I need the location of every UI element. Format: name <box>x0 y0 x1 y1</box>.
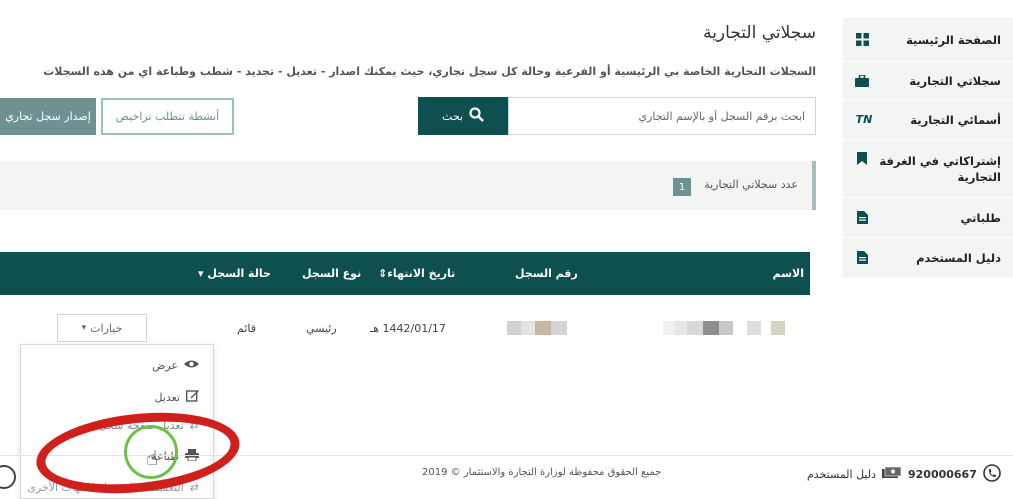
sidebar-item-label: دليل المستخدم <box>916 250 1001 265</box>
options-button-label: خيارات <box>90 321 123 335</box>
briefcase-icon <box>855 74 869 87</box>
blurred-name <box>663 321 785 335</box>
search-button-label: بحث <box>442 109 463 123</box>
records-count-label: عدد سجلاتي التجارية <box>704 178 798 191</box>
menu-item-label: التعميمات المرسلة للجهات الأخرى <box>27 481 184 494</box>
document-icon <box>855 211 869 224</box>
user-guide-link[interactable]: دليل المستخدم <box>807 468 876 481</box>
caret-down-icon: ▾ <box>81 323 87 333</box>
column-header-number[interactable]: رقم السجل <box>515 267 578 280</box>
money-icon <box>881 466 902 483</box>
records-count-panel: عدد سجلاتي التجارية 1 <box>0 161 816 210</box>
column-header-expiry-label: تاريخ الانتهاء <box>387 267 456 280</box>
column-header-name[interactable]: الاسم <box>773 267 804 280</box>
sidebar-item-label: سجلاتي التجارية <box>909 73 1001 88</box>
copyright-text: جميع الحقوق محفوظة لوزارة التجارة والاست… <box>422 467 662 478</box>
expiry-date: 1442/01/17 هـ <box>370 322 446 335</box>
menu-item-label: تعديل صفحة سجل <box>98 419 184 432</box>
options-button[interactable]: خيارات ▾ <box>57 314 147 342</box>
search-button[interactable]: بحث <box>418 97 508 135</box>
sidebar: الصفحة الرئيسية سجلاتي التجارية أسمائي ا… <box>843 18 1013 278</box>
sidebar-item-requests[interactable]: طلباتي <box>843 198 1013 238</box>
sort-icon: ⇕ <box>378 267 388 280</box>
print-icon <box>185 449 199 464</box>
blurred-record-number <box>507 321 569 335</box>
tn-icon: TN <box>855 113 873 126</box>
eye-icon <box>184 359 199 372</box>
phone-number[interactable]: 920000667 <box>908 468 977 481</box>
arrows-icon: ⇄ <box>189 419 199 432</box>
records-count-badge: 1 <box>673 178 691 196</box>
menu-item-circulars[interactable]: ⇄ التعميمات المرسلة للجهات الأخرى <box>27 481 199 494</box>
page-title: سجلاتي التجارية <box>703 23 816 43</box>
sidebar-item-records[interactable]: سجلاتي التجارية <box>843 62 1013 100</box>
document-icon <box>855 251 869 264</box>
menu-item-view[interactable]: عرض <box>152 359 199 372</box>
menu-item-label: تعديل <box>154 390 180 404</box>
sidebar-item-label: طلباتي <box>960 210 1002 225</box>
sidebar-item-chamber-subscriptions[interactable]: إشتراكاتي في الغرفة التجارية <box>843 140 1013 198</box>
sidebar-item-user-guide[interactable]: دليل المستخدم <box>843 238 1013 278</box>
menu-item-edit[interactable]: تعديل <box>154 389 199 405</box>
column-header-type[interactable]: نوع السجل <box>302 267 361 280</box>
records-table-header: الاسم رقم السجل تاريخ الانتهاء⇕ نوع السج… <box>0 252 810 295</box>
hand-cursor-icon: ☝ <box>146 446 159 470</box>
column-header-status[interactable]: حالة السجل ▾ <box>198 267 271 280</box>
menu-item-edit-record-page[interactable]: ⇄ تعديل صفحة سجل <box>99 419 199 432</box>
play-button[interactable] <box>0 465 16 489</box>
record-type: رئيسي <box>306 322 337 335</box>
caret-down-icon: ▾ <box>198 267 204 280</box>
licensed-activities-button[interactable]: أنشطة تتطلب تراخيص <box>101 98 234 135</box>
search-input[interactable] <box>508 97 816 135</box>
sidebar-item-label: إشتراكاتي في الغرفة التجارية <box>879 153 1001 184</box>
phone-icon <box>983 464 1001 485</box>
column-header-status-label: حالة السجل <box>207 267 271 280</box>
footer-contact: 920000667 دليل المستخدم <box>807 464 1001 485</box>
exchange-icon: ⇄ <box>189 481 199 494</box>
sidebar-item-home[interactable]: الصفحة الرئيسية <box>843 18 1013 62</box>
sidebar-item-trade-names[interactable]: أسمائي التجارية TN <box>843 100 1013 140</box>
options-menu: عرض تعديل ⇄ تعديل صفحة سجل طباعة ⇄ التعم… <box>20 344 214 499</box>
menu-item-label: عرض <box>152 359 178 372</box>
page-description: السجلات التجارية الخاصة بي الرئيسية أو ا… <box>43 65 816 78</box>
sidebar-item-label: أسمائي التجارية <box>910 112 1001 127</box>
column-header-expiry[interactable]: تاريخ الانتهاء⇕ <box>378 267 455 280</box>
issue-record-button[interactable]: إصدار سجل تجاري <box>0 98 96 135</box>
bookmark-icon <box>855 152 869 165</box>
search-icon <box>469 107 484 125</box>
sidebar-item-label: الصفحة الرئيسية <box>906 32 1001 47</box>
record-status: قائم <box>237 322 256 335</box>
menu-item-print[interactable]: طباعة <box>151 449 199 464</box>
edit-icon <box>185 389 199 405</box>
grid-icon <box>855 33 869 46</box>
